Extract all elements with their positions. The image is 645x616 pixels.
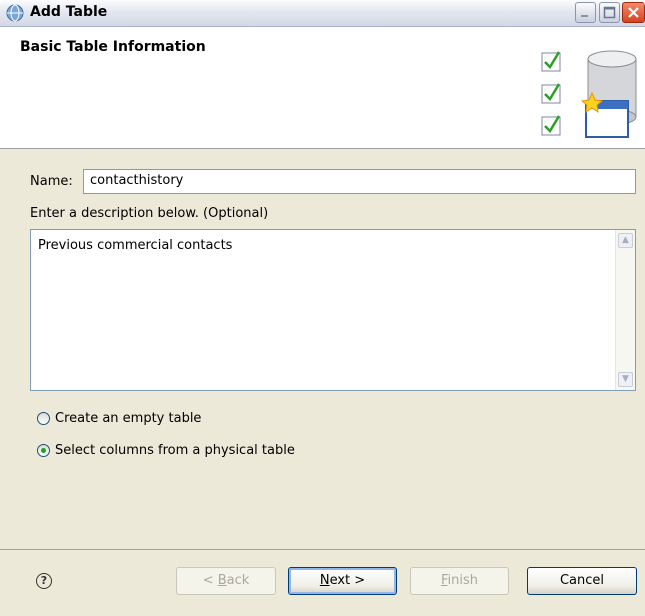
scroll-up-button[interactable]: ▲ <box>618 233 633 248</box>
back-button[interactable]: < Back <box>176 567 276 595</box>
minimize-button[interactable] <box>575 2 596 23</box>
finish-rest: inish <box>447 573 479 588</box>
minimize-icon <box>581 15 588 17</box>
next-mnemonic: N <box>319 573 330 588</box>
description-text: Previous commercial contacts <box>38 238 233 253</box>
description-label: Enter a description below. (Optional) <box>30 206 269 221</box>
option-select-columns[interactable]: Select columns from a physical table <box>37 443 295 458</box>
name-input[interactable]: contacthistory <box>83 169 636 194</box>
app-globe-icon <box>6 4 24 22</box>
footer-divider <box>0 549 645 550</box>
scroll-down-button[interactable]: ▼ <box>618 372 633 387</box>
close-button[interactable] <box>622 2 645 23</box>
chevron-down-icon: ▼ <box>622 374 629 384</box>
checklist-icon <box>541 51 561 136</box>
cancel-button[interactable]: Cancel <box>527 567 637 595</box>
back-rest: ack <box>226 573 250 588</box>
chevron-up-icon: ▲ <box>622 235 629 245</box>
description-scrollbar[interactable]: ▲ ▼ <box>615 230 635 390</box>
add-table-dialog: Add Table Basic Table Information Name: … <box>0 0 645 616</box>
finish-button[interactable]: Finish <box>410 567 509 595</box>
back-prefix: < <box>202 573 218 588</box>
maximize-button[interactable] <box>599 2 620 23</box>
close-icon <box>628 7 639 18</box>
maximize-icon <box>603 6 616 19</box>
database-wizard-icon <box>541 50 637 138</box>
radio-create-empty[interactable] <box>37 412 50 425</box>
name-label: Name: <box>30 174 73 189</box>
title-bar[interactable]: Add Table <box>0 0 645 27</box>
option-create-empty-table[interactable]: Create an empty table <box>37 411 201 426</box>
next-button[interactable]: Next > <box>288 567 397 595</box>
banner-title: Basic Table Information <box>20 39 206 55</box>
next-rest: ext > <box>329 573 366 588</box>
option-label: Create an empty table <box>55 411 202 426</box>
window-title: Add Table <box>30 4 108 20</box>
help-icon[interactable]: ? <box>36 573 52 589</box>
radio-select-columns[interactable] <box>37 444 50 457</box>
description-textarea[interactable]: Previous commercial contacts ▲ ▼ <box>30 229 636 391</box>
back-mnemonic: B <box>217 573 227 588</box>
option-label: Select columns from a physical table <box>55 443 295 458</box>
